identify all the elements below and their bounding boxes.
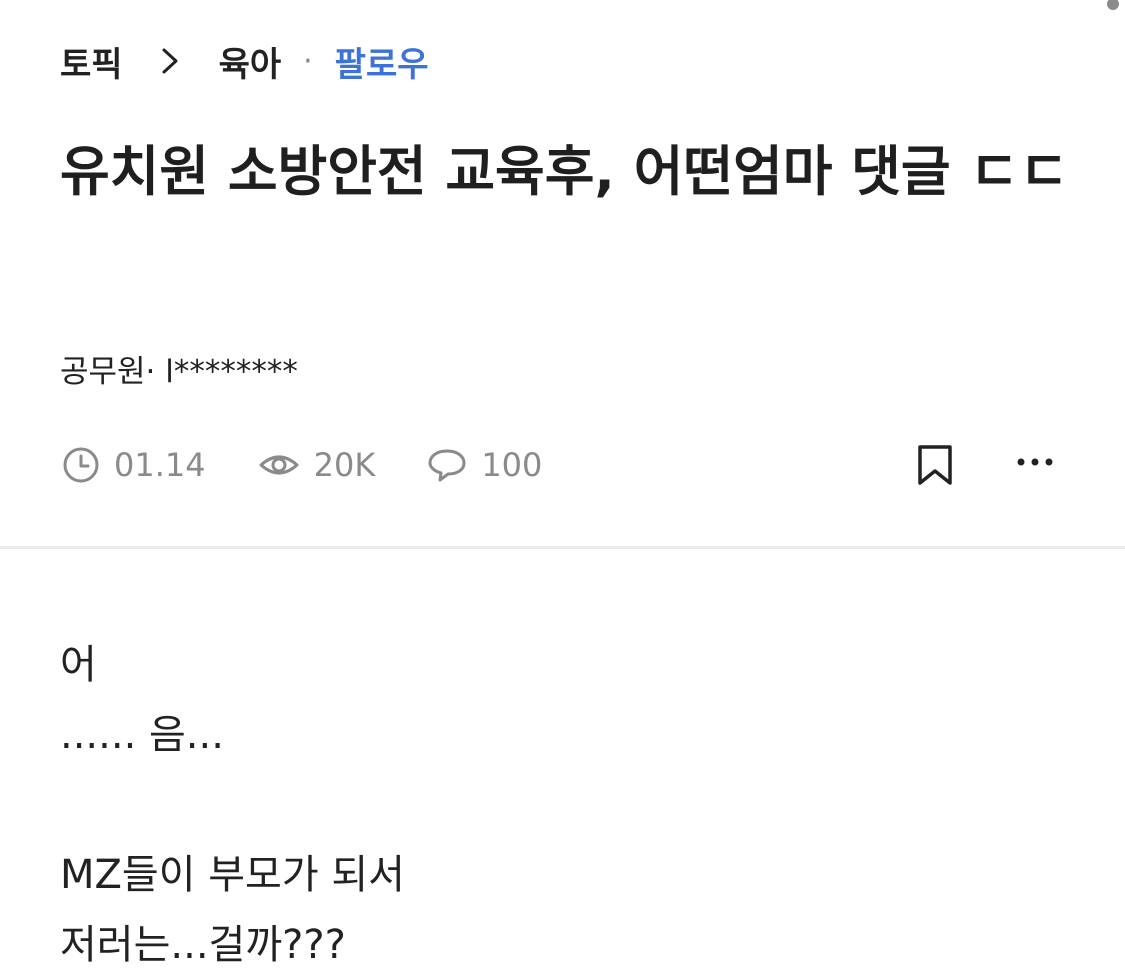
body-line: 어 <box>60 642 97 688</box>
post-title: 유치원 소방안전 교육후, 어떤엄마 댓글 ㄷㄷ <box>60 140 1069 203</box>
breadcrumb-separator: · <box>303 43 313 79</box>
more-horizontal-icon[interactable] <box>1015 452 1055 472</box>
post-body: 어 ...... 음... MZ들이 부모가 되서 저러는...걸까??? <box>60 630 405 980</box>
post-comments[interactable]: 100 <box>427 446 542 484</box>
post-date-value: 01.14 <box>114 446 206 484</box>
clock-icon <box>63 447 99 483</box>
body-line: 저러는...걸까??? <box>60 922 346 968</box>
body-line: ...... 음... <box>60 712 224 758</box>
body-line: MZ들이 부모가 되서 <box>60 852 405 898</box>
post-views: 20K <box>258 446 376 484</box>
eye-icon <box>259 455 299 475</box>
body-line <box>60 770 405 840</box>
speech-bubble-icon <box>428 449 466 482</box>
status-dot <box>1107 0 1119 10</box>
divider <box>0 546 1125 549</box>
post-meta: 01.14 20K 100 <box>62 440 1062 490</box>
breadcrumb-root[interactable]: 토픽 <box>60 37 123 86</box>
post-views-value: 20K <box>313 446 376 484</box>
breadcrumb-category[interactable]: 육아 <box>219 37 282 86</box>
follow-button[interactable]: 팔로우 <box>335 37 429 86</box>
author-info[interactable]: 공무원· l******** <box>60 346 298 391</box>
post-date: 01.14 <box>62 446 206 484</box>
bookmark-icon[interactable] <box>916 444 954 486</box>
breadcrumb: 토픽 육아 · 팔로우 <box>60 36 429 86</box>
post-comments-value: 100 <box>481 446 543 484</box>
chevron-right-icon <box>162 48 178 74</box>
